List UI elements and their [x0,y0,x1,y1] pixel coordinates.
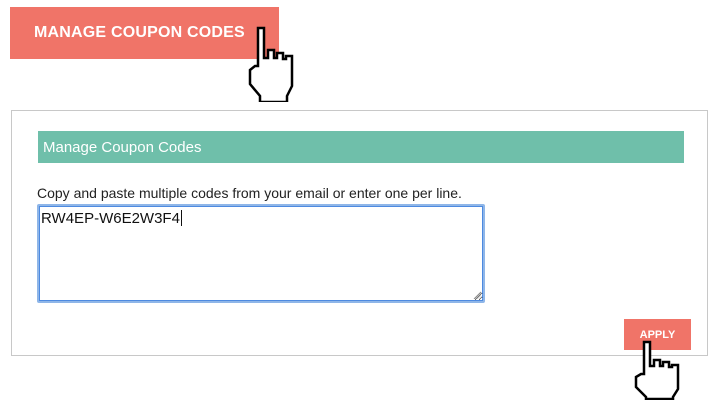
instructions-text: Copy and paste multiple codes from your … [37,185,462,201]
manage-coupon-panel: Manage Coupon Codes Copy and paste multi… [11,110,708,356]
coupon-codes-value: RW4EP-W6E2W3F4 [41,210,180,227]
manage-coupon-codes-button[interactable]: MANAGE COUPON CODES [10,7,279,59]
text-caret [180,210,182,226]
hand-pointer-icon [634,340,680,400]
panel-title: Manage Coupon Codes [43,138,202,156]
coupon-codes-textarea[interactable]: RW4EP-W6E2W3F4 [37,204,485,303]
coupon-page: MANAGE COUPON CODES Manage Coupon Codes … [0,0,721,400]
hand-pointer-icon [248,26,294,102]
manage-coupon-codes-label: MANAGE COUPON CODES [34,24,245,41]
panel-header: Manage Coupon Codes [38,131,684,163]
resize-grip-icon[interactable] [473,291,481,299]
